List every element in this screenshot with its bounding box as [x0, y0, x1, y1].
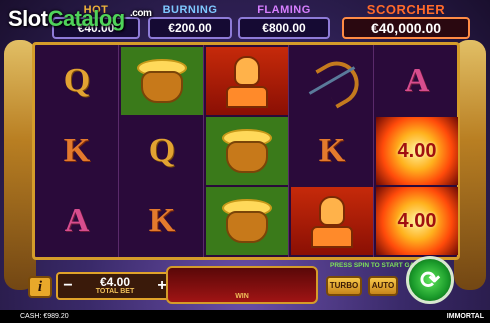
symbol-k: K	[63, 132, 91, 169]
fireball-value: 4.00	[397, 209, 437, 232]
symbol-a: A	[404, 62, 430, 99]
warrior-symbol	[206, 47, 288, 115]
reel-4: K	[290, 45, 374, 257]
symbol-k: K	[148, 202, 176, 239]
crossbow-icon	[304, 53, 367, 109]
jackpot-scorcher-title: SCORCHER	[366, 2, 446, 17]
gold-pot-symbol	[121, 47, 203, 115]
symbol-a: A	[64, 202, 90, 239]
reel-5: A 4.00 4.00	[375, 45, 459, 257]
cash-value: €989.20	[43, 313, 69, 320]
gold-pot-icon	[135, 57, 189, 105]
symbol-q: Q	[63, 62, 91, 99]
win-label: WIN	[235, 293, 249, 300]
total-bet-value: €4.00	[99, 275, 131, 289]
watermark-com: .com	[130, 8, 152, 19]
fireball-value: 4.00	[397, 139, 437, 162]
watermark-logo: SlotCatalog .com	[8, 6, 152, 32]
control-panel: i − €4.00 TOTAL BET + WIN PRESS SPIN TO …	[14, 256, 476, 306]
game-stage: SlotCatalog .com HOT €40.00 BURNING €200…	[0, 0, 490, 323]
info-button[interactable]: i	[28, 276, 52, 298]
auto-button[interactable]: AUTO	[368, 276, 398, 296]
brand-label: IMMORTAL	[446, 313, 484, 320]
gold-pot-symbol	[206, 117, 288, 185]
jackpot-flaming: FLAMING €800.00	[238, 4, 330, 42]
jackpot-scorcher-value: €40,000.00	[342, 17, 470, 39]
warrior-symbol	[291, 187, 373, 255]
symbol-q: Q	[148, 132, 176, 169]
status-bar: CASH: €989.20 IMMORTAL	[0, 310, 490, 323]
jackpot-flaming-value: €800.00	[238, 17, 330, 39]
turbo-button[interactable]: TURBO	[326, 276, 362, 296]
total-bet-label: TOTAL BET	[95, 288, 135, 295]
warrior-icon	[224, 52, 270, 110]
watermark-part1: Slot	[8, 6, 48, 31]
crossbow-symbol	[291, 47, 373, 115]
jackpot-burning-value: €200.00	[148, 17, 232, 39]
cash-label: CASH:	[20, 313, 42, 320]
jackpot-burning: BURNING €200.00	[148, 4, 232, 42]
reel-2: Q K	[120, 45, 204, 257]
reel-grid: Q K A Q K K A 4.00 4.00	[32, 42, 460, 260]
reel-1: Q K A	[35, 45, 119, 257]
gold-pot-symbol	[206, 187, 288, 255]
reel-3	[205, 45, 289, 257]
warrior-icon	[309, 192, 355, 250]
spin-button[interactable]: ⟳	[406, 256, 454, 304]
cash-display: CASH: €989.20	[20, 310, 69, 323]
jackpot-scorcher: SCORCHER €40,000.00	[342, 2, 470, 42]
bet-selector: − €4.00 TOTAL BET +	[56, 272, 174, 300]
bet-decrease-button[interactable]: −	[60, 276, 76, 296]
jackpot-burning-title: BURNING	[162, 4, 218, 16]
spin-arrows-icon: ⟳	[419, 266, 441, 294]
gold-pot-icon	[220, 127, 274, 175]
fireball-symbol: 4.00	[376, 117, 458, 185]
gold-pot-icon	[220, 197, 274, 245]
jackpot-flaming-title: FLAMING	[257, 4, 311, 16]
symbol-k: K	[318, 132, 346, 169]
watermark-part2: Catalog	[47, 6, 126, 31]
fireball-symbol: 4.00	[376, 187, 458, 255]
win-display: WIN	[166, 266, 318, 304]
